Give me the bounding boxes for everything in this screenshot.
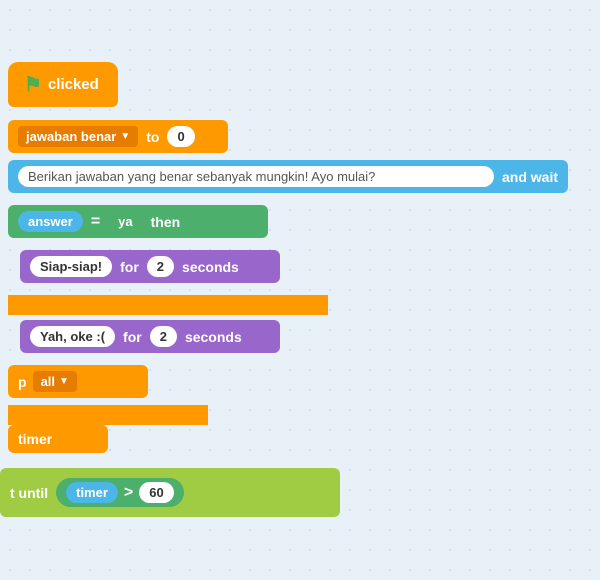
ask-block[interactable]: Berikan jawaban yang benar sebanyak mung… bbox=[8, 160, 568, 193]
greater-than-sign: > bbox=[124, 484, 133, 502]
say-yah-block[interactable]: Yah, oke :( for 2 seconds bbox=[20, 320, 280, 353]
variable-dropdown[interactable]: jawaban benar ▼ bbox=[18, 126, 138, 147]
wait-label: and wait bbox=[502, 169, 558, 185]
answer-oval: answer bbox=[18, 211, 83, 232]
siap-duration-input[interactable]: 2 bbox=[147, 256, 174, 277]
set-variable-block[interactable]: jawaban benar ▼ to 0 bbox=[8, 120, 228, 153]
timer-condition: timer > 60 bbox=[56, 478, 184, 507]
flag-icon: ⚑ bbox=[24, 72, 42, 97]
yah-for-label: for bbox=[123, 329, 142, 345]
hat-block[interactable]: ⚑ clicked bbox=[8, 62, 118, 107]
then-label: then bbox=[151, 214, 181, 230]
dropdown-arrow-icon: ▼ bbox=[120, 131, 130, 142]
siap-text-input[interactable]: Siap-siap! bbox=[30, 256, 112, 277]
stop-block[interactable]: p all ▼ bbox=[8, 365, 148, 398]
equals-sign: = bbox=[91, 213, 100, 231]
if-block[interactable]: answer = ya then bbox=[8, 205, 268, 238]
siap-for-label: for bbox=[120, 259, 139, 275]
ya-oval: ya bbox=[108, 211, 142, 232]
stop-dropdown-arrow-icon: ▼ bbox=[59, 376, 69, 387]
if-block-bottom bbox=[8, 295, 328, 315]
siap-seconds-label: seconds bbox=[182, 259, 239, 275]
value-input[interactable]: 0 bbox=[167, 126, 194, 147]
stop-prefix: p bbox=[18, 374, 27, 390]
wait-until-prefix: t until bbox=[10, 485, 48, 501]
stop-option-dropdown[interactable]: all ▼ bbox=[33, 371, 77, 392]
continuation-bar bbox=[8, 405, 208, 425]
timer-value-oval[interactable]: 60 bbox=[139, 482, 173, 503]
yah-seconds-label: seconds bbox=[185, 329, 242, 345]
timer-label: timer bbox=[18, 431, 52, 447]
wait-until-block[interactable]: t until timer > 60 bbox=[0, 468, 340, 517]
timer-oval: timer bbox=[66, 482, 118, 503]
yah-duration-input[interactable]: 2 bbox=[150, 326, 177, 347]
reset-timer-block[interactable]: timer bbox=[8, 425, 108, 453]
question-input[interactable]: Berikan jawaban yang benar sebanyak mung… bbox=[18, 166, 494, 187]
to-label: to bbox=[146, 129, 159, 145]
yah-text-input[interactable]: Yah, oke :( bbox=[30, 326, 115, 347]
say-siap-block[interactable]: Siap-siap! for 2 seconds bbox=[20, 250, 280, 283]
hat-block-label: clicked bbox=[48, 76, 99, 93]
